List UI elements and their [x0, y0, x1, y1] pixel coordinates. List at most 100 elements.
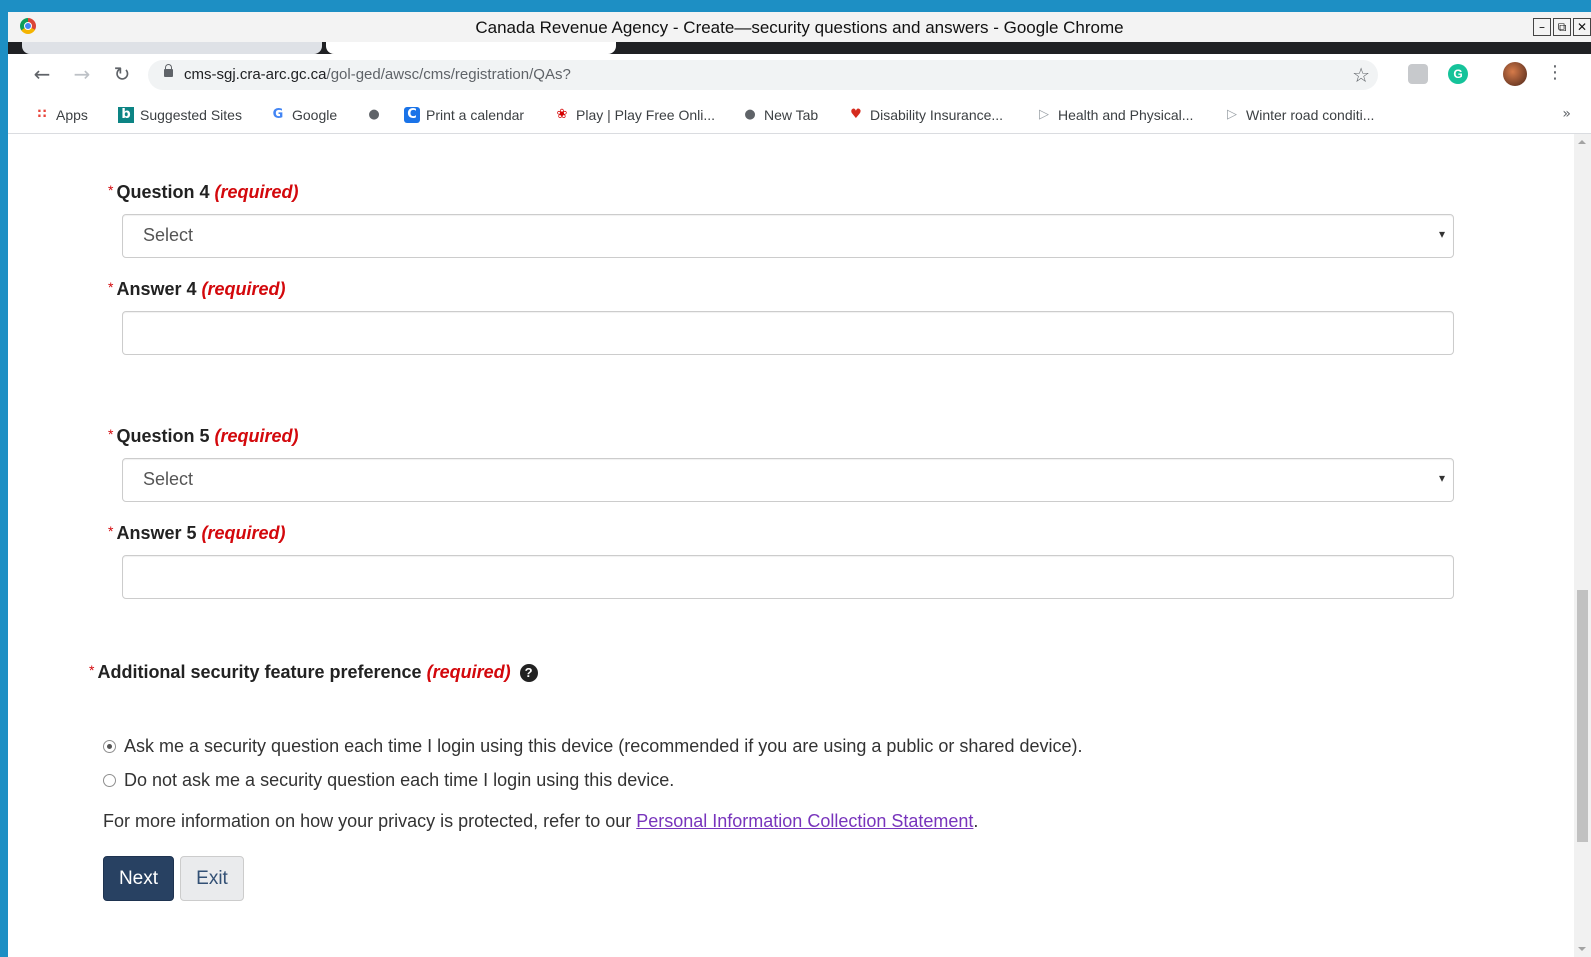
globe-icon: ●	[368, 107, 380, 122]
restore-button[interactable]: ⧉	[1553, 18, 1571, 36]
answer-4-text: Answer 4	[116, 279, 197, 299]
scroll-down-icon[interactable]	[1578, 947, 1586, 951]
close-button[interactable]: ✕	[1573, 18, 1591, 36]
bookmark-suggested-sites[interactable]: b Suggested Sites	[118, 107, 242, 123]
bookmark-print-calendar[interactable]: C Print a calendar	[404, 107, 524, 123]
bookmark-winter-road[interactable]: ▷ Winter road conditi...	[1224, 107, 1374, 123]
bookmark-label: Print a calendar	[426, 107, 525, 123]
bookmark-label: Disability Insurance...	[870, 107, 1004, 123]
required-asterisk: *	[89, 662, 95, 678]
required-asterisk: *	[108, 182, 114, 198]
bing-icon: b	[118, 107, 134, 123]
question-4-text: Question 4	[116, 182, 210, 202]
radio-option-do-not-ask[interactable]: Do not ask me a security question each t…	[103, 770, 674, 791]
question-5-value: Select	[143, 469, 194, 489]
browser-window: Canada Revenue Agency - Create—security …	[8, 12, 1591, 957]
bookmark-globe[interactable]: ●	[366, 107, 382, 123]
answer-5-label: * Answer 5 (required)	[108, 523, 286, 544]
exit-button[interactable]: Exit	[180, 856, 244, 901]
forward-button[interactable]: →	[70, 62, 94, 86]
bookmark-health-physical[interactable]: ▷ Health and Physical...	[1036, 107, 1193, 123]
question-4-value: Select	[143, 225, 194, 245]
tab-active[interactable]	[326, 42, 616, 54]
question-5-label: * Question 5 (required)	[108, 426, 299, 447]
page-content: * Question 4 (required) Select ▾ * Answer …	[8, 134, 1563, 957]
bookmark-play[interactable]: ❀ Play | Play Free Onli...	[554, 107, 715, 123]
profile-avatar[interactable]	[1503, 62, 1527, 86]
required-marker: (required)	[214, 182, 299, 202]
radio-option-label: Ask me a security question each time I l…	[124, 736, 1083, 756]
bookmark-label: Apps	[56, 107, 88, 123]
address-bar[interactable]: cms-sgj.cra-arc.gc.ca/gol-ged/awsc/cms/r…	[148, 60, 1378, 90]
required-asterisk: *	[108, 279, 114, 295]
bookmark-label: Winter road conditi...	[1246, 107, 1375, 123]
bookmark-label: New Tab	[764, 107, 819, 123]
radio-option-ask-each-time[interactable]: Ask me a security question each time I l…	[103, 736, 1082, 757]
page-icon: ▷	[1227, 107, 1237, 122]
bookmark-disability-insurance[interactable]: ♥ Disability Insurance...	[848, 107, 1003, 123]
minimize-button[interactable]: –	[1533, 18, 1551, 36]
page-icon: ▷	[1039, 107, 1049, 122]
help-question-icon[interactable]: ?	[519, 664, 538, 683]
privacy-info-suffix: .	[973, 811, 979, 831]
google-icon: G	[272, 107, 284, 122]
required-marker: (required)	[426, 662, 511, 682]
bookmark-google[interactable]: G Google	[270, 107, 338, 123]
answer-4-input[interactable]	[122, 311, 1454, 355]
title-bar: Canada Revenue Agency - Create—security …	[8, 12, 1591, 43]
privacy-statement-link[interactable]: Personal Information Collection Statemen…	[636, 811, 973, 831]
next-button[interactable]: Next	[103, 856, 174, 901]
browser-toolbar: ← → ↻ cms-sgj.cra-arc.gc.ca/gol-ged/awsc…	[8, 54, 1591, 94]
extension-icon[interactable]	[1408, 64, 1428, 84]
privacy-info-prefix: For more information on how your privacy…	[103, 811, 637, 831]
bookmark-label: Play | Play Free Onli...	[576, 107, 716, 123]
required-asterisk: *	[108, 426, 114, 442]
back-button[interactable]: ←	[30, 62, 54, 86]
tab-strip	[8, 42, 1591, 54]
radio-button-checked[interactable]	[103, 740, 116, 753]
url-text: cms-sgj.cra-arc.gc.ca/gol-ged/awsc/cms/r…	[184, 66, 571, 83]
bookmark-apps[interactable]: ∷ Apps	[34, 107, 88, 123]
scroll-up-icon[interactable]	[1578, 140, 1586, 144]
grammarly-icon[interactable]: G	[1448, 64, 1468, 84]
vertical-scrollbar[interactable]	[1574, 134, 1591, 957]
maple-leaf-icon: ♥	[850, 107, 862, 122]
bookmark-label: Google	[292, 107, 338, 123]
menu-dots-icon[interactable]: ⋮	[1546, 62, 1564, 83]
chevron-down-icon: ▾	[1438, 471, 1445, 485]
answer-4-label: * Answer 4 (required)	[108, 279, 286, 300]
required-marker: (required)	[201, 279, 286, 299]
chevron-down-icon: ▾	[1438, 227, 1445, 241]
radio-button-unchecked[interactable]	[103, 774, 116, 787]
reload-button[interactable]: ↻	[110, 62, 134, 86]
window-controls: – ⧉ ✕	[1533, 18, 1591, 36]
question-4-label: * Question 4 (required)	[108, 182, 299, 203]
security-preference-text: Additional security feature preference	[97, 662, 422, 682]
apps-grid-icon: ∷	[37, 107, 47, 122]
question-4-select[interactable]: Select ▾	[122, 214, 1454, 258]
radio-option-label: Do not ask me a security question each t…	[124, 770, 675, 790]
cbc-icon: ❀	[556, 107, 568, 122]
question-5-text: Question 5	[116, 426, 210, 446]
answer-5-text: Answer 5	[116, 523, 197, 543]
tab-inactive[interactable]	[22, 42, 322, 54]
url-host: cms-sgj.cra-arc.gc.ca	[184, 66, 327, 83]
required-asterisk: *	[108, 523, 114, 539]
security-preference-label: * Additional security feature preference …	[89, 662, 538, 683]
required-marker: (required)	[214, 426, 299, 446]
calendar-site-icon: C	[404, 107, 420, 123]
required-marker: (required)	[201, 523, 286, 543]
bookmark-star-icon[interactable]: ☆	[1352, 63, 1370, 87]
window-title: Canada Revenue Agency - Create—security …	[475, 18, 1124, 37]
lock-icon	[164, 64, 173, 77]
scrollbar-thumb[interactable]	[1577, 590, 1588, 842]
privacy-info-text: For more information on how your privacy…	[103, 811, 978, 832]
question-5-select[interactable]: Select ▾	[122, 458, 1454, 502]
bookmark-label: Health and Physical...	[1058, 107, 1194, 123]
answer-5-input[interactable]	[122, 555, 1454, 599]
bookmarks-overflow-icon[interactable]: »	[1562, 106, 1571, 122]
url-path: /gol-ged/awsc/cms/registration/QAs?	[326, 66, 571, 83]
bookmark-label: Suggested Sites	[140, 107, 242, 123]
bookmark-new-tab[interactable]: ● New Tab	[742, 107, 818, 123]
bookmarks-bar: ∷ Apps b Suggested Sites G Google ● C Pr…	[8, 94, 1591, 134]
